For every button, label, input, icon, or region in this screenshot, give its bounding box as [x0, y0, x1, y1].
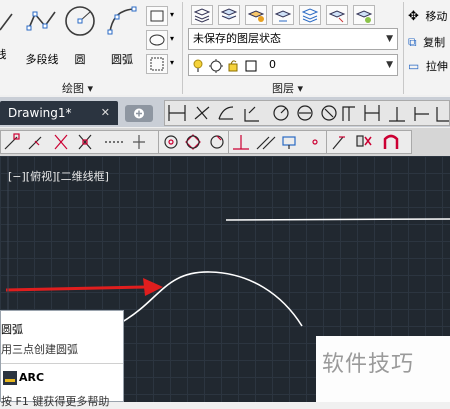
- plus-icon: [134, 108, 144, 119]
- tooltip-title: 圆弧: [1, 323, 23, 336]
- snap-icons-3: [233, 135, 318, 150]
- layer-walk-button[interactable]: [299, 5, 321, 25]
- rectangle-button[interactable]: [146, 6, 168, 26]
- current-layer-select[interactable]: 0 ▼: [188, 54, 398, 76]
- copy-label: 复制: [423, 36, 446, 49]
- move-label: 移动: [425, 10, 448, 23]
- layer-off-icon: [355, 10, 373, 23]
- chevron-down-icon: ▼: [386, 34, 393, 44]
- circle-icon: [65, 6, 95, 36]
- red-arrow-head: [143, 278, 163, 296]
- command-icon: [3, 371, 17, 385]
- tooltip-divider: [1, 363, 123, 364]
- snap-group-3: [228, 130, 328, 154]
- stretch-icon: ▭: [408, 59, 420, 73]
- arc-curve: [121, 271, 303, 327]
- hatch-button[interactable]: [146, 54, 168, 74]
- ellipse-button[interactable]: [146, 30, 168, 50]
- arc-tooltip: 圆弧 用三点创建圆弧 ARC 按 F1 键获得更多帮助: [0, 310, 124, 408]
- arc-tool[interactable]: 圆弧: [104, 4, 140, 67]
- dimension-toolbar-icons: [168, 105, 449, 122]
- current-layer-value: 0: [269, 58, 276, 71]
- arc-tool-label: 圆弧: [111, 53, 133, 66]
- layer-state-icon: [220, 8, 238, 20]
- layer-stack-icon: [193, 8, 211, 23]
- chevron-down-icon: ▼: [386, 60, 393, 70]
- layer-match-button[interactable]: [245, 5, 267, 25]
- layer-isolate-icon: [274, 10, 292, 22]
- stretch-button[interactable]: ▭ 拉伸: [408, 58, 448, 74]
- copy-icon: ⧉: [408, 35, 417, 49]
- panel-separator: [403, 2, 404, 94]
- polyline-tool[interactable]: 多段线: [20, 4, 64, 67]
- move-button[interactable]: ✥ 移动: [408, 8, 447, 24]
- polyline-icon: [26, 11, 56, 31]
- snap-icons-1: [4, 133, 145, 150]
- snap-group-1: [0, 130, 160, 154]
- arc-icon: [107, 6, 137, 35]
- snap-group-4: [326, 130, 412, 154]
- line-tool-label: 线: [0, 48, 7, 61]
- ribbon: 线 多段线 圆 圆弧 ▾ ▾ ▾ 绘图 ▾ 未保存的图层状态 ▼ 0 ▼ 图层 …: [0, 0, 450, 95]
- layer-freeze-button[interactable]: [326, 5, 348, 25]
- layer-isolate-button[interactable]: [272, 5, 294, 25]
- tooltip-command: ARC: [19, 371, 45, 384]
- hatch-dropdown-arrow[interactable]: ▾: [170, 58, 174, 67]
- tooltip-description: 用三点创建圆弧: [1, 343, 78, 356]
- layer-status-icons: [193, 59, 257, 73]
- panel-separator: [182, 2, 183, 94]
- tab-label: Drawing1*: [8, 106, 72, 120]
- layer-walk-icon: [301, 8, 319, 23]
- layer-off-button[interactable]: [353, 5, 375, 25]
- circle-tool[interactable]: 圆: [62, 4, 98, 67]
- hatch-icon: [150, 57, 164, 71]
- line-stub-icon: [0, 13, 13, 31]
- new-tab-button[interactable]: [125, 105, 153, 122]
- red-arrow-shaft: [5, 285, 147, 292]
- tab-drawing1[interactable]: Drawing1* ✕: [0, 101, 118, 125]
- circle-tool-label: 圆: [74, 53, 86, 66]
- layer-state-select[interactable]: 未保存的图层状态 ▼: [188, 28, 398, 50]
- snap-icons-4: [332, 134, 399, 150]
- layer-properties-button[interactable]: [191, 5, 213, 25]
- rectangle-dropdown-arrow[interactable]: ▾: [170, 10, 174, 19]
- watermark-text: 软件技巧: [322, 352, 415, 377]
- stretch-label: 拉伸: [425, 60, 448, 73]
- horizontal-line: [225, 218, 450, 221]
- tooltip-help: 按 F1 键获得更多帮助: [1, 395, 110, 408]
- copy-button[interactable]: ⧉ 复制: [408, 34, 445, 50]
- ellipse-dropdown-arrow[interactable]: ▾: [170, 34, 174, 43]
- layer-freeze-icon: [328, 10, 346, 23]
- snap-group-2: [158, 130, 230, 154]
- close-icon[interactable]: ✕: [101, 101, 110, 125]
- rectangle-icon: [150, 10, 164, 22]
- polyline-tool-label: 多段线: [25, 53, 59, 66]
- dimension-toolbar: [164, 100, 450, 126]
- object-snap-toolbar: [0, 128, 450, 157]
- move-icon: ✥: [408, 9, 419, 24]
- layer-state-button[interactable]: [218, 5, 240, 25]
- snap-icons-2: [164, 134, 224, 150]
- watermark: 软件技巧: [316, 336, 450, 402]
- draw-panel-title[interactable]: 绘图 ▾: [62, 80, 93, 96]
- layers-panel-title[interactable]: 图层 ▾: [272, 80, 303, 96]
- ellipse-icon: [149, 34, 165, 46]
- layer-match-icon: [247, 10, 265, 22]
- layer-state-value: 未保存的图层状态: [193, 32, 281, 45]
